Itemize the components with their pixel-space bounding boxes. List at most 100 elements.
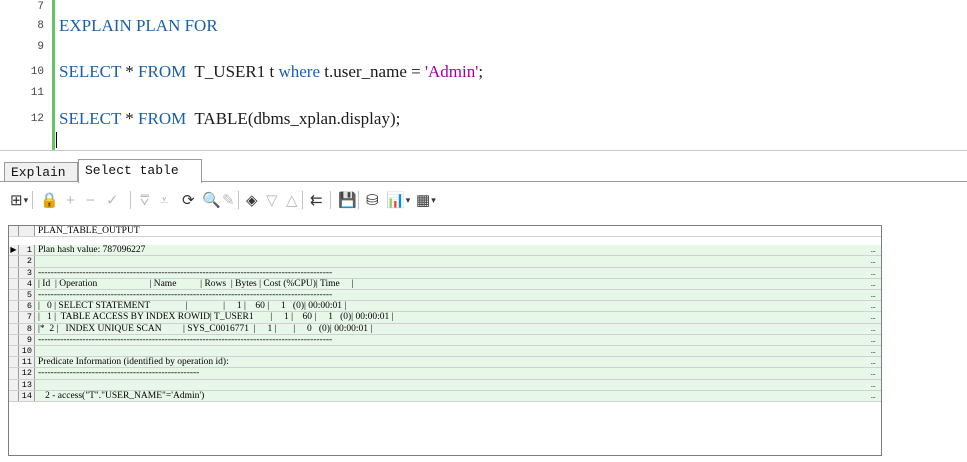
cell-ellipsis-button[interactable]: ...: [870, 323, 875, 333]
result-tabs: Explain Select table: [0, 150, 967, 183]
previous-record-icon-glyph: △: [286, 192, 298, 209]
row-number: 1: [19, 245, 35, 256]
table-row[interactable]: 13...: [9, 379, 881, 391]
editor-line[interactable]: 10 SELECT * FROM T_USER1 t where t.user_n…: [0, 59, 967, 85]
editor-line[interactable]: 7: [0, 0, 967, 14]
cell-ellipsis-button[interactable]: ...: [870, 267, 875, 277]
tab-select-table[interactable]: Select table: [78, 159, 202, 183]
row-indicator[interactable]: [9, 301, 19, 312]
plan-output-cell[interactable]: 2 - access("T"."USER_NAME"='Admin'): [38, 391, 204, 401]
fetch-last-icon[interactable]: ⩡: [160, 189, 168, 211]
row-indicator[interactable]: [9, 357, 19, 368]
row-indicator[interactable]: [9, 390, 19, 401]
cell-ellipsis-button[interactable]: ...: [870, 334, 875, 344]
save-icon[interactable]: 💾: [338, 189, 357, 211]
line-number: 9: [37, 41, 44, 53]
cell-ellipsis-button[interactable]: ...: [870, 379, 875, 389]
plan-output-cell[interactable]: | 0 | SELECT STATEMENT | | 1 | 60 | 1 (0…: [38, 301, 346, 311]
find-icon[interactable]: 🔍: [202, 189, 221, 211]
row-indicator[interactable]: ▶: [9, 245, 19, 256]
table-icon[interactable]: ▦ ▾: [416, 189, 436, 211]
grid-header-row: PLAN_TABLE_OUTPUT: [9, 226, 881, 237]
row-indicator[interactable]: [9, 346, 19, 357]
table-row[interactable]: 5 ---------------------------------------…: [9, 289, 881, 302]
table-row[interactable]: 12 --------------------------------------…: [9, 367, 881, 380]
tab-explain[interactable]: Explain: [4, 162, 78, 182]
table-row[interactable]: 6 | 0 | SELECT STATEMENT | | 1 | 60 | 1 (…: [9, 300, 881, 313]
previous-record-icon[interactable]: △: [286, 189, 298, 211]
results-grid[interactable]: PLAN_TABLE_OUTPUT ▶ 1 Plan hash value: 787…: [8, 225, 882, 456]
row-indicator[interactable]: [9, 323, 19, 334]
sql-token: *: [121, 62, 139, 81]
query-by-example-icon[interactable]: ◈: [246, 189, 258, 211]
header-rownum-cell: [19, 226, 35, 236]
cell-ellipsis-button[interactable]: ...: [870, 255, 875, 265]
plan-output-cell[interactable]: Plan hash value: 787096227: [38, 245, 145, 255]
chevron-down-icon[interactable]: ▾: [431, 195, 436, 206]
single-record-view-icon[interactable]: ⇇: [310, 189, 323, 211]
cell-ellipsis-button[interactable]: ...: [870, 345, 875, 355]
row-number: 8: [19, 323, 35, 334]
table-row[interactable]: 2...: [9, 255, 881, 268]
clear-icon[interactable]: ✎: [222, 189, 235, 211]
row-indicator[interactable]: [9, 379, 19, 390]
plan-output-cell[interactable]: Predicate Information (identified by ope…: [38, 357, 229, 367]
plan-output-cell[interactable]: | 1 | TABLE ACCESS BY INDEX ROWID| T_USE…: [38, 312, 394, 322]
grid-options-icon[interactable]: ⊞ ▾: [10, 189, 28, 211]
chevron-down-icon[interactable]: ▾: [24, 195, 29, 206]
row-indicator[interactable]: [9, 278, 19, 289]
table-row[interactable]: 11 Predicate Information (identified by o…: [9, 356, 881, 369]
cell-ellipsis-button[interactable]: ...: [870, 244, 875, 254]
sql-editor[interactable]: 7 8 EXPLAIN PLAN FOR 9 10 SELECT * FROM T_USE…: [0, 0, 967, 150]
plan-output-cell[interactable]: ----------------------------------------…: [38, 335, 332, 345]
cell-ellipsis-button[interactable]: ...: [870, 367, 875, 377]
plan-output-cell[interactable]: |* 2 | INDEX UNIQUE SCAN | SYS_C0016771 …: [38, 324, 372, 334]
cell-ellipsis-button[interactable]: ...: [870, 278, 875, 288]
text-caret: [56, 132, 57, 148]
table-row[interactable]: 14 2 - access("T"."USER_NAME"='Admin')..…: [9, 390, 881, 402]
editor-line[interactable]: 9: [0, 40, 967, 54]
row-number: 10: [19, 346, 35, 357]
cell-ellipsis-button[interactable]: ...: [870, 300, 875, 310]
editor-line[interactable]: 8 EXPLAIN PLAN FOR: [0, 13, 967, 39]
cell-ellipsis-button[interactable]: ...: [870, 356, 875, 366]
cell-ellipsis-button[interactable]: ...: [870, 289, 875, 299]
row-indicator[interactable]: [9, 334, 19, 345]
column-header-plan-table-output[interactable]: PLAN_TABLE_OUTPUT: [38, 226, 140, 236]
plan-output-cell[interactable]: ----------------------------------------…: [38, 268, 332, 278]
row-indicator[interactable]: [9, 312, 19, 323]
row-number: 7: [19, 312, 35, 323]
result-toolbar: ⊞ ▾ 🔒 + − ✓ ⩢ ⩡ ⟳ 🔍 ✎ ◈ ▽ △ ⇇ 💾 ⛁ 📊 ▾ ▦ ▾: [0, 185, 967, 215]
table-row[interactable]: 3 ---------------------------------------…: [9, 267, 881, 279]
table-row[interactable]: 7 | 1 | TABLE ACCESS BY INDEX ROWID| T_US…: [9, 311, 881, 324]
delete-record-icon[interactable]: −: [86, 189, 95, 211]
editor-line[interactable]: 12 SELECT * FROM TABLE(dbms_xplan.display…: [0, 106, 967, 132]
toolbar-separator: [302, 191, 303, 209]
post-changes-icon[interactable]: ✓: [106, 189, 119, 211]
export-icon[interactable]: ⛁: [366, 189, 379, 211]
table-row[interactable]: 8 |* 2 | INDEX UNIQUE SCAN | SYS_C0016771…: [9, 323, 881, 335]
fetch-next-icon[interactable]: ⩢: [140, 189, 149, 211]
plan-output-cell[interactable]: | Id | Operation | Name | Rows | Bytes |…: [38, 279, 354, 289]
chart-icon[interactable]: 📊 ▾: [386, 189, 410, 211]
table-row[interactable]: ▶ 1 Plan hash value: 787096227...: [9, 244, 881, 257]
cell-ellipsis-button[interactable]: ...: [870, 311, 875, 321]
next-record-icon-glyph: ▽: [266, 192, 278, 209]
add-record-icon[interactable]: +: [66, 189, 75, 211]
lock-icon[interactable]: 🔒: [40, 189, 59, 211]
editor-line[interactable]: 11: [0, 86, 967, 100]
next-record-icon[interactable]: ▽: [266, 189, 278, 211]
plan-output-cell[interactable]: ----------------------------------------…: [38, 368, 199, 378]
plan-output-cell[interactable]: ----------------------------------------…: [38, 290, 332, 300]
table-row[interactable]: 9 ---------------------------------------…: [9, 334, 881, 346]
row-indicator[interactable]: [9, 267, 19, 278]
refresh-icon[interactable]: ⟳: [182, 189, 195, 211]
row-indicator[interactable]: [9, 290, 19, 301]
cell-ellipsis-button[interactable]: ...: [870, 390, 875, 400]
chevron-down-icon[interactable]: ▾: [406, 195, 411, 206]
table-row[interactable]: 4 | Id | Operation | Name | Rows | Bytes …: [9, 278, 881, 290]
row-number: 6: [19, 301, 35, 312]
row-indicator[interactable]: [9, 368, 19, 379]
row-indicator[interactable]: [9, 256, 19, 267]
table-row[interactable]: 10...: [9, 345, 881, 358]
